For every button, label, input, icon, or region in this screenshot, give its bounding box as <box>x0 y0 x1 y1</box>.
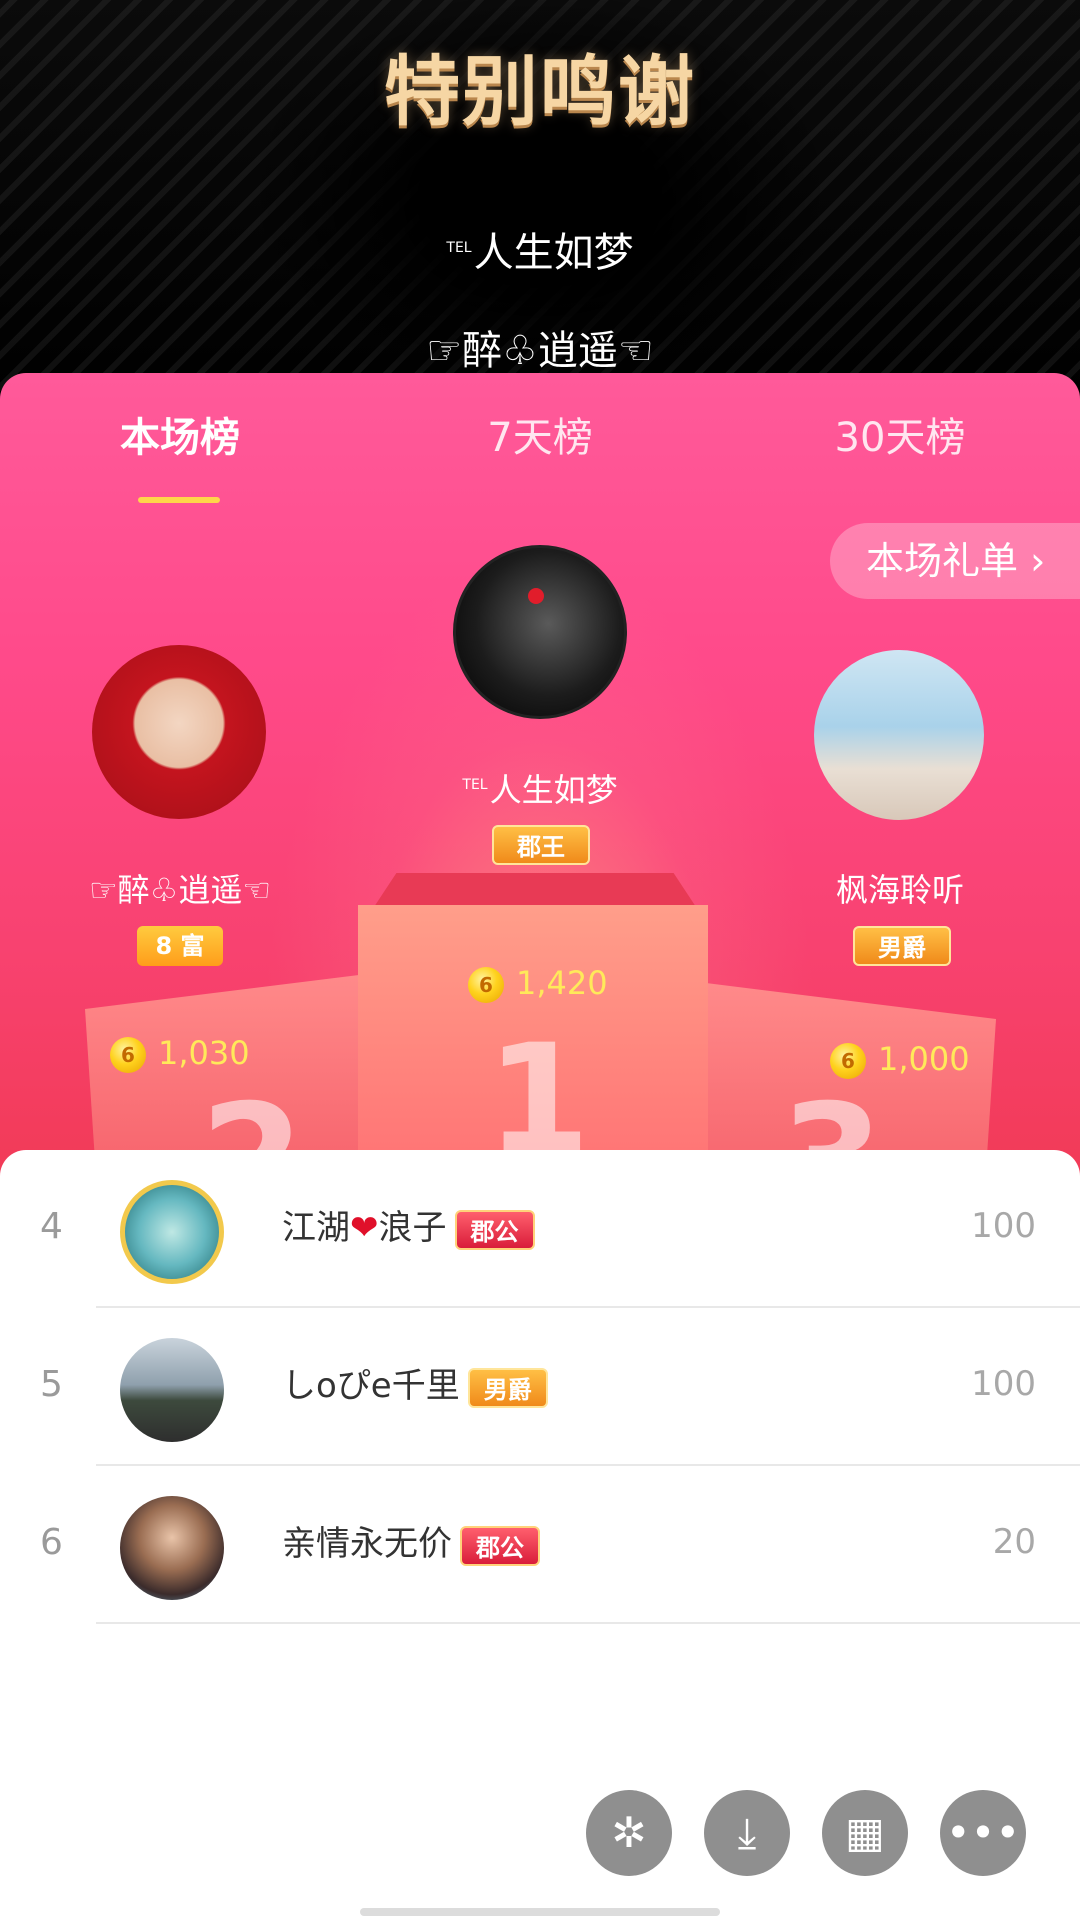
rank-badge: 郡公 <box>454 1209 535 1250</box>
avatar[interactable] <box>120 1338 224 1442</box>
list-score: 100 <box>971 1206 1036 1246</box>
second-place-coin-value: 1,030 <box>158 1034 250 1072</box>
ranking-list: 4 江湖❤浪子 郡公 100 5 しoぴe千里 男爵 100 6 亲情永无价 郡公 2… <box>0 1150 1080 1920</box>
banner-title: 特别鸣谢 <box>384 47 696 136</box>
active-tab-indicator <box>138 497 220 503</box>
list-rank: 4 <box>40 1206 63 1247</box>
leaderboard-panel: 本场榜 7天榜 30天榜 本场礼单 › 1 2 3 TEL人生如梦 ☞醉♧逍遥☜… <box>0 373 1080 1193</box>
heart-icon: ❤ <box>350 1208 379 1248</box>
rank-badge: 男爵 <box>467 1367 548 1408</box>
coin-icon: 6 <box>830 1043 866 1079</box>
thanks-name-text: 人生如梦 <box>473 230 634 276</box>
name-text: しoぴe千里 <box>282 1366 460 1406</box>
third-place-avatar[interactable] <box>814 650 984 820</box>
rank-badge: 郡公 <box>460 1525 540 1566</box>
list-score: 100 <box>971 1364 1036 1404</box>
first-place-coins: 6 1,420 <box>468 963 608 1003</box>
list-item[interactable]: 4 江湖❤浪子 郡公 100 <box>0 1150 1080 1308</box>
list-user-name[interactable]: 江湖❤浪子 郡公 <box>282 1200 535 1256</box>
third-place-coins: 6 1,000 <box>830 1039 970 1079</box>
grid-icon[interactable]: ▦ <box>822 1790 908 1876</box>
third-place-rank-badge: 男爵 <box>853 926 951 966</box>
tab-7-days[interactable]: 7天榜 <box>420 405 660 463</box>
thanks-name-1: TEL人生如梦 <box>0 220 1080 278</box>
second-place-avatar[interactable] <box>92 645 266 819</box>
second-place-wealth-badge: 8 富 <box>137 926 223 966</box>
gift-list-button[interactable]: 本场礼单 › <box>830 523 1080 599</box>
more-icon[interactable]: ••• <box>940 1790 1026 1876</box>
thanks-name-2: ☞醉♧逍遥☜ <box>426 328 654 374</box>
first-place-avatar[interactable] <box>453 545 627 719</box>
tel-mark: TEL <box>446 239 472 256</box>
divider <box>96 1622 1080 1624</box>
first-place-rank-badge: 郡王 <box>492 825 590 865</box>
avatar[interactable] <box>120 1496 224 1600</box>
tab-this-session[interactable]: 本场榜 <box>60 405 300 463</box>
coin-icon: 6 <box>468 967 504 1003</box>
first-place-name[interactable]: TEL人生如梦 <box>340 765 740 811</box>
list-item[interactable]: 6 亲情永无价 郡公 20 <box>0 1466 1080 1624</box>
name-text: 江湖 <box>282 1208 350 1248</box>
coin-icon: 6 <box>110 1037 146 1073</box>
list-rank: 6 <box>40 1522 63 1563</box>
second-place-name[interactable]: ☞醉♧逍遥☜ <box>40 865 320 911</box>
thanks-banner: 特别鸣谢 TEL人生如梦 ☞醉♧逍遥☜ <box>0 0 1080 400</box>
list-user-name[interactable]: 亲情永无价 郡公 <box>282 1516 540 1572</box>
tab-30-days[interactable]: 30天榜 <box>780 405 1020 463</box>
name-text: 亲情永无价 <box>282 1524 452 1564</box>
second-place-coins: 6 1,030 <box>110 1033 250 1073</box>
name-text: 浪子 <box>378 1208 447 1248</box>
list-user-name[interactable]: しoぴe千里 男爵 <box>282 1358 548 1414</box>
third-place-coin-value: 1,000 <box>878 1040 970 1078</box>
list-rank: 5 <box>40 1364 63 1405</box>
moments-icon[interactable]: ✲ <box>586 1790 672 1876</box>
first-place-name-text: 人生如梦 <box>489 771 618 809</box>
list-score: 20 <box>992 1522 1036 1562</box>
home-indicator[interactable] <box>360 1908 720 1916</box>
third-place-name[interactable]: 枫海聆听 <box>780 865 1020 911</box>
tel-mark: TEL <box>462 777 488 794</box>
save-icon[interactable]: ⤓ <box>704 1790 790 1876</box>
avatar[interactable] <box>120 1180 224 1284</box>
leaderboard-tabs: 本场榜 7天榜 30天榜 <box>0 405 1080 503</box>
first-place-coin-value: 1,420 <box>516 964 608 1002</box>
list-item[interactable]: 5 しoぴe千里 男爵 100 <box>0 1308 1080 1466</box>
